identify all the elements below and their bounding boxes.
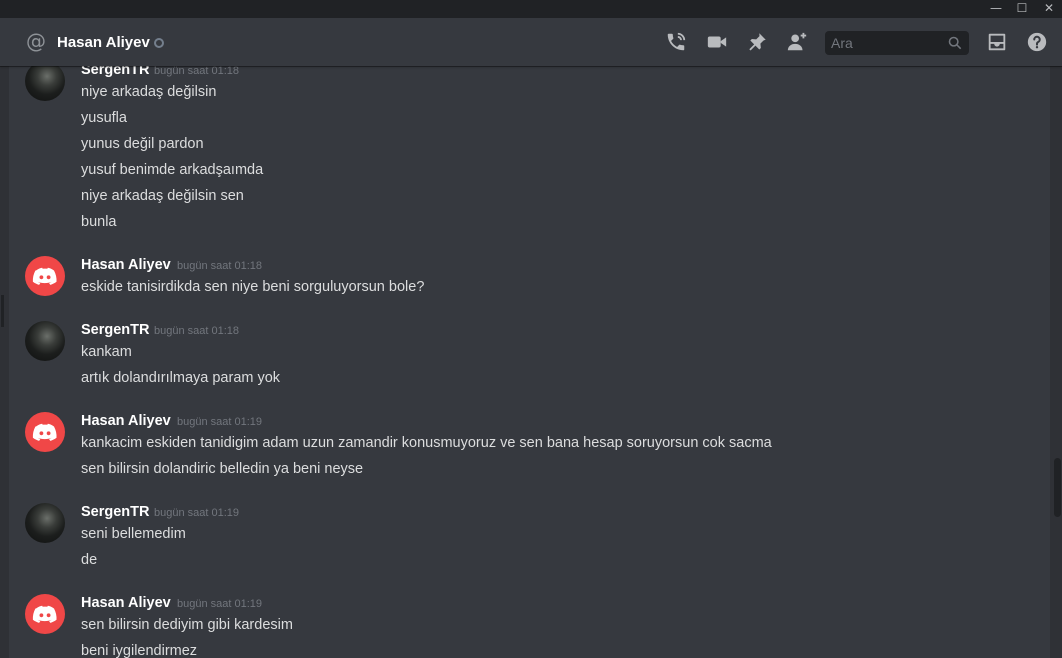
message-text: de (81, 552, 98, 568)
username[interactable]: SergenTR (81, 504, 150, 520)
search-box[interactable] (825, 31, 969, 55)
avatar[interactable] (25, 321, 65, 361)
username[interactable]: Hasan Aliyev (81, 595, 171, 611)
guild-sidebar-edge (0, 66, 9, 658)
maximize-button[interactable]: ☐ (1009, 0, 1035, 18)
username[interactable]: Hasan Aliyev (81, 257, 171, 273)
message-text: kankacim eskiden tanidigim adam uzun zam… (81, 435, 772, 451)
message-text: yusufla (81, 110, 127, 126)
inbox-icon[interactable] (986, 31, 1008, 53)
video-icon[interactable] (706, 31, 728, 53)
channel-name: Hasan Aliyev (57, 34, 150, 51)
message-text: kankam (81, 344, 132, 360)
message-text: artık dolandırılmaya param yok (81, 370, 281, 386)
help-icon[interactable] (1026, 31, 1048, 53)
search-icon (948, 36, 962, 50)
discord-logo-icon (32, 423, 57, 441)
timestamp: bugün saat 01:18 (177, 260, 263, 272)
discord-logo-icon (32, 267, 57, 285)
search-input[interactable] (831, 31, 941, 55)
message-text: beni iygilendirmez (81, 643, 198, 658)
message-text: sen bilirsin dolandiric belledin ya beni… (81, 461, 364, 477)
sidebar-handle (1, 295, 4, 327)
message-text: niye arkadaş değilsin (81, 84, 217, 100)
call-icon[interactable] (665, 31, 687, 53)
message-text: niye arkadaş değilsin sen (81, 188, 244, 204)
message-text: yunus değil pardon (81, 136, 204, 152)
message-text: eskide tanisirdikda sen niye beni sorgul… (81, 279, 425, 295)
discord-logo-icon (32, 605, 57, 623)
status-indicator (154, 38, 164, 48)
username[interactable]: SergenTR (81, 322, 150, 338)
window-titlebar: — ☐ ✕ (0, 0, 1062, 18)
avatar[interactable] (25, 594, 65, 634)
add-friend-icon[interactable] (786, 31, 808, 53)
timestamp: bugün saat 01:19 (177, 598, 263, 610)
message-text: bunla (81, 214, 117, 230)
timestamp: bugün saat 01:18 (154, 66, 240, 77)
avatar[interactable] (25, 503, 65, 543)
avatar[interactable] (25, 256, 65, 296)
channel-header: @ Hasan Aliyev (0, 18, 1062, 66)
username[interactable]: SergenTR (81, 66, 150, 78)
avatar[interactable] (25, 66, 65, 101)
timestamp: bugün saat 01:19 (177, 416, 263, 428)
timestamp: bugün saat 01:19 (154, 507, 240, 519)
username[interactable]: Hasan Aliyev (81, 413, 171, 429)
message-text: seni bellemedim (81, 526, 186, 542)
timestamp: bugün saat 01:18 (154, 325, 240, 337)
scrollbar-thumb[interactable] (1054, 458, 1061, 517)
at-icon: @ (26, 29, 46, 53)
minimize-button[interactable]: — (983, 0, 1009, 18)
message-text: sen bilirsin dediyim gibi kardesim (81, 617, 293, 633)
close-button[interactable]: ✕ (1036, 0, 1062, 18)
pin-icon[interactable] (746, 31, 768, 53)
message-list: SergenTR bugün saat 01:18 niye arkadaş d… (9, 66, 1050, 658)
scrollbar-track[interactable] (1050, 66, 1062, 658)
message-text: yusuf benimde arkadşaımda (81, 162, 264, 178)
avatar[interactable] (25, 412, 65, 452)
